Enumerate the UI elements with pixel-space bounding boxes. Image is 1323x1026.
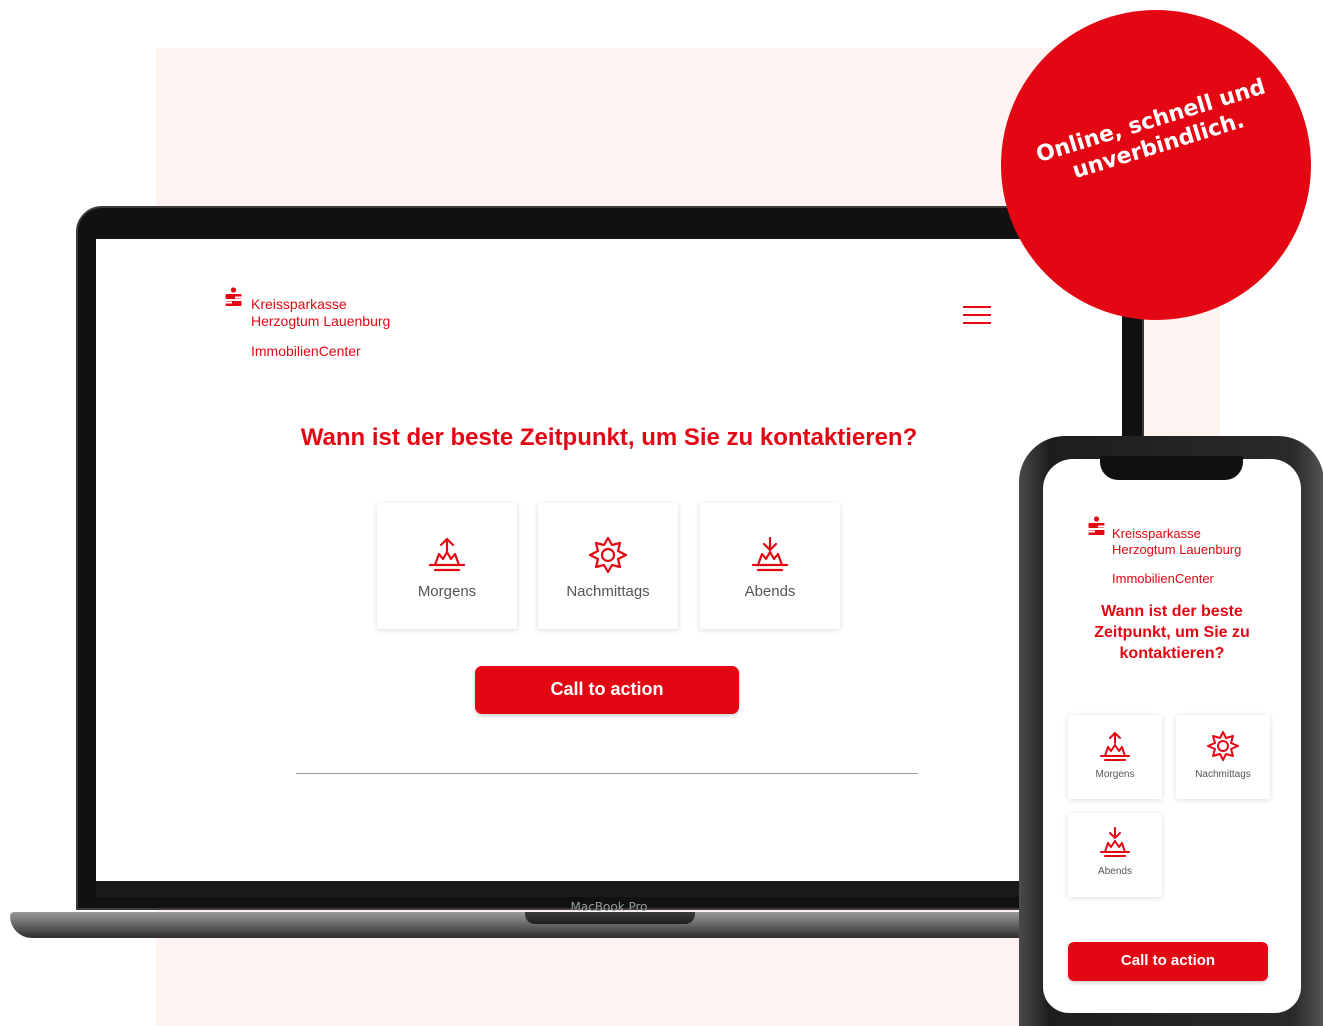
sparkasse-logo-icon [1088, 516, 1105, 535]
option-card-morning[interactable]: Morgens [377, 503, 517, 629]
option-card-afternoon[interactable]: Nachmittags [538, 503, 678, 629]
option-label: Nachmittags [566, 583, 650, 600]
brand-subtitle: ImmobilienCenter [251, 343, 361, 359]
laptop-bezel [96, 881, 1122, 897]
sparkasse-logo-icon [225, 287, 242, 306]
phone-notch [1100, 456, 1243, 480]
option-label: Nachmittags [1195, 769, 1251, 780]
brand-name-line1: Kreissparkasse [1112, 526, 1201, 541]
sunset-icon [1100, 827, 1130, 857]
divider [296, 773, 918, 774]
option-label: Morgens [417, 583, 477, 600]
option-label: Abends [744, 583, 796, 600]
sunrise-icon [428, 537, 466, 572]
option-card-evening[interactable]: Abends [700, 503, 840, 629]
menu-icon[interactable] [963, 306, 991, 326]
call-to-action-button[interactable]: Call to action [475, 666, 739, 714]
brand-name-line1: Kreissparkasse [251, 296, 347, 312]
device-label: MacBook Pro [570, 900, 648, 914]
option-card-afternoon[interactable]: Nachmittags [1176, 715, 1270, 799]
option-label: Abends [1098, 866, 1132, 877]
brand-subtitle: ImmobilienCenter [1112, 571, 1214, 586]
page-title: Wann ist der beste Zeitpunkt, um Sie zu … [300, 424, 918, 451]
option-card-evening[interactable]: Abends [1068, 813, 1162, 897]
brand-name-line2: Herzogtum Lauenburg [1112, 542, 1242, 557]
option-label: Morgens [1095, 769, 1135, 780]
sunset-icon [751, 537, 789, 572]
call-to-action-button[interactable]: Call to action [1068, 942, 1268, 981]
sunrise-icon [1100, 732, 1130, 761]
brand-name-line2: Herzogtum Lauenburg [251, 313, 391, 329]
sun-icon [588, 537, 628, 573]
option-card-morning[interactable]: Morgens [1068, 715, 1162, 799]
page-title: Wann ist der beste Zeitpunkt, um Sie zu … [1094, 603, 1250, 662]
sun-icon [1207, 731, 1239, 761]
